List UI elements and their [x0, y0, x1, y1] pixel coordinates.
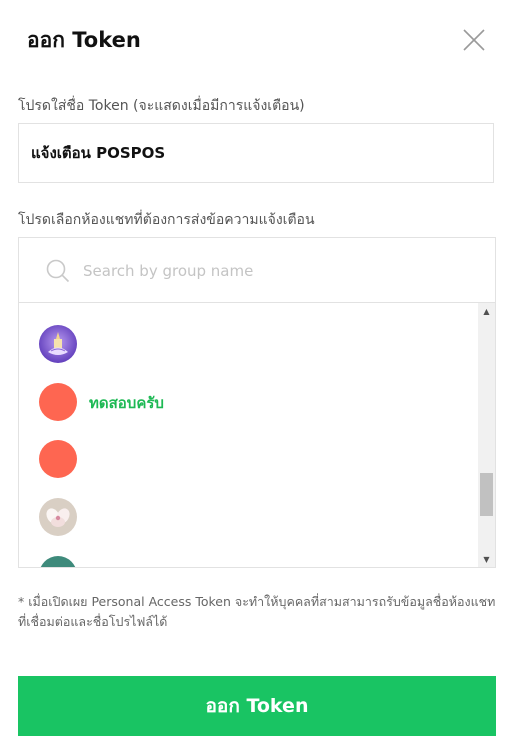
token-name-input[interactable]: [19, 124, 471, 182]
list-item[interactable]: [19, 430, 477, 488]
flower-avatar: [39, 498, 77, 536]
list-item[interactable]: [19, 546, 477, 567]
dialog-title: ออก Token: [27, 28, 141, 52]
token-name-field-wrapper: [18, 123, 494, 183]
coral-avatar: [39, 440, 77, 478]
close-icon[interactable]: [462, 28, 486, 52]
group-select-label: โปรดเลือกห้องแชทที่ต้องการส่งข้อความแจ้ง…: [18, 212, 315, 228]
coral-avatar: [39, 383, 77, 421]
list-item[interactable]: [19, 315, 477, 373]
list-item[interactable]: [19, 303, 477, 304]
group-search-row: [19, 238, 495, 303]
list-item[interactable]: ทดสอบครับ: [19, 373, 477, 431]
scroll-up-arrow-icon[interactable]: ▲: [478, 303, 495, 320]
group-search-input[interactable]: [81, 254, 465, 288]
group-select-panel: ทดสอบครับ ▲ ▼: [18, 237, 496, 568]
search-icon: [46, 259, 70, 283]
teal-avatar: [39, 556, 77, 567]
group-list: ทดสอบครับ: [19, 303, 477, 567]
list-item[interactable]: [19, 488, 477, 546]
group-name: ทดสอบครับ: [89, 394, 164, 412]
privacy-note: * เมื่อเปิดเผย Personal Access Token จะท…: [18, 594, 496, 629]
scroll-down-arrow-icon[interactable]: ▼: [478, 551, 495, 567]
issue-token-button[interactable]: ออก Token: [18, 676, 496, 736]
token-name-label: โปรดใส่ชื่อ Token (จะแสดงเมื่อมีการแจ้งเ…: [18, 98, 305, 114]
list-scrollbar[interactable]: ▲ ▼: [478, 303, 495, 567]
scroll-thumb[interactable]: [480, 473, 493, 516]
purple-temple-avatar: [39, 325, 77, 363]
